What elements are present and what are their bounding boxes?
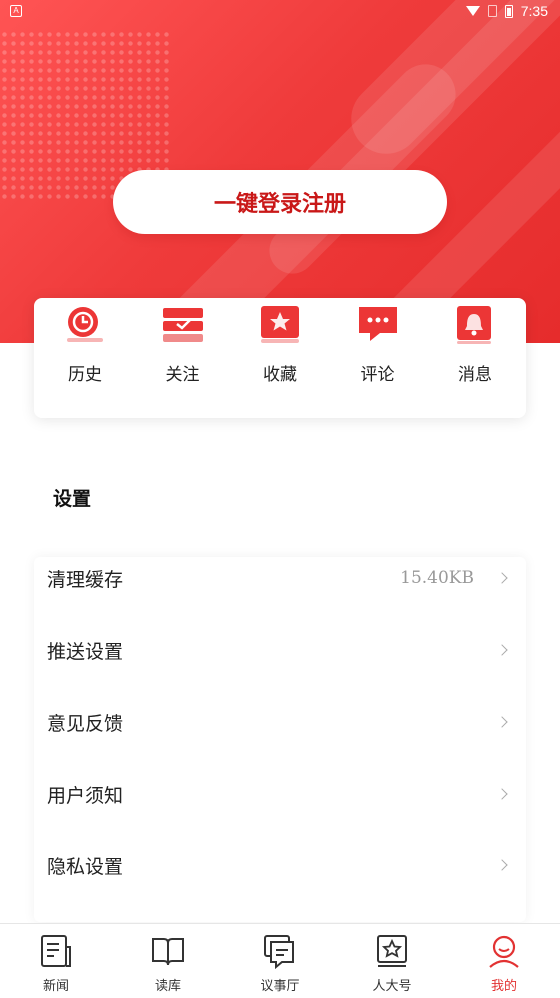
tab-label: 人大号 (372, 979, 412, 994)
history-icon (63, 302, 107, 346)
settings-row-label: 清理缓存 (47, 568, 124, 591)
comment-icon (356, 302, 400, 346)
quick-action-label: 关注 (165, 365, 200, 385)
notification-icon: A (10, 5, 22, 17)
quick-action-favorite[interactable]: 收藏 (237, 298, 323, 418)
quick-action-label: 评论 (360, 365, 395, 385)
tab-news[interactable]: 新闻 (0, 924, 112, 998)
settings-row-label: 推送设置 (47, 640, 124, 663)
quick-actions-card: 历史 关注 收藏 评论 消息 (34, 298, 526, 418)
message-bell-icon (453, 302, 497, 346)
quick-action-history[interactable]: 历史 (42, 298, 128, 418)
status-bar: A 7:35 (0, 0, 560, 24)
settings-row-feedback[interactable]: 意见反馈 (34, 697, 526, 747)
quick-action-label: 消息 (458, 365, 492, 385)
tab-label: 我的 (490, 979, 517, 994)
bottom-tab-bar: 新闻 读库 议事厅 人大号 我的 (0, 923, 560, 998)
settings-row-label: 意见反馈 (47, 712, 124, 735)
status-time: 7:35 (520, 3, 548, 19)
star-badge-icon (374, 933, 410, 969)
tab-label: 读库 (154, 979, 181, 994)
quick-action-follow[interactable]: 关注 (140, 298, 226, 418)
tab-label: 议事厅 (260, 979, 300, 994)
chevron-right-icon (496, 788, 508, 800)
tab-npc-account[interactable]: 人大号 (336, 924, 448, 998)
discussion-icon (262, 933, 298, 970)
quick-action-label: 收藏 (263, 365, 297, 385)
chevron-right-icon (496, 859, 508, 871)
book-icon (150, 933, 186, 969)
settings-row-clear-cache[interactable]: 清理缓存 15.40KB (34, 553, 526, 603)
one-click-login-button[interactable]: 一键登录注册 (113, 170, 447, 234)
news-icon (38, 933, 74, 969)
profile-icon (486, 933, 522, 969)
follow-icon (161, 302, 205, 346)
quick-action-comment[interactable]: 评论 (335, 298, 421, 418)
favorite-icon (258, 302, 302, 346)
settings-row-user-notice[interactable]: 用户须知 (34, 769, 526, 819)
chevron-right-icon (496, 716, 508, 728)
wifi-icon (465, 6, 480, 16)
settings-row-privacy[interactable]: 隐私设置 (34, 840, 526, 890)
quick-action-label: 历史 (68, 365, 102, 385)
tab-mine[interactable]: 我的 (448, 924, 560, 998)
settings-section-title: 设置 (53, 488, 92, 510)
battery-icon (504, 4, 513, 18)
settings-list: 清理缓存 15.40KB 推送设置 意见反馈 用户须知 隐私设置 (34, 557, 526, 922)
cache-size-value: 15.40KB (400, 568, 474, 588)
chevron-right-icon (496, 644, 508, 656)
settings-row-label: 隐私设置 (47, 855, 124, 878)
settings-row-label: 用户须知 (47, 784, 124, 807)
tab-discussion-hall[interactable]: 议事厅 (224, 924, 336, 998)
quick-action-message[interactable]: 消息 (432, 298, 518, 418)
sim-icon (487, 5, 497, 17)
settings-row-push[interactable]: 推送设置 (34, 625, 526, 675)
tab-label: 新闻 (42, 979, 69, 994)
chevron-right-icon (496, 572, 508, 584)
tab-library[interactable]: 读库 (112, 924, 224, 998)
